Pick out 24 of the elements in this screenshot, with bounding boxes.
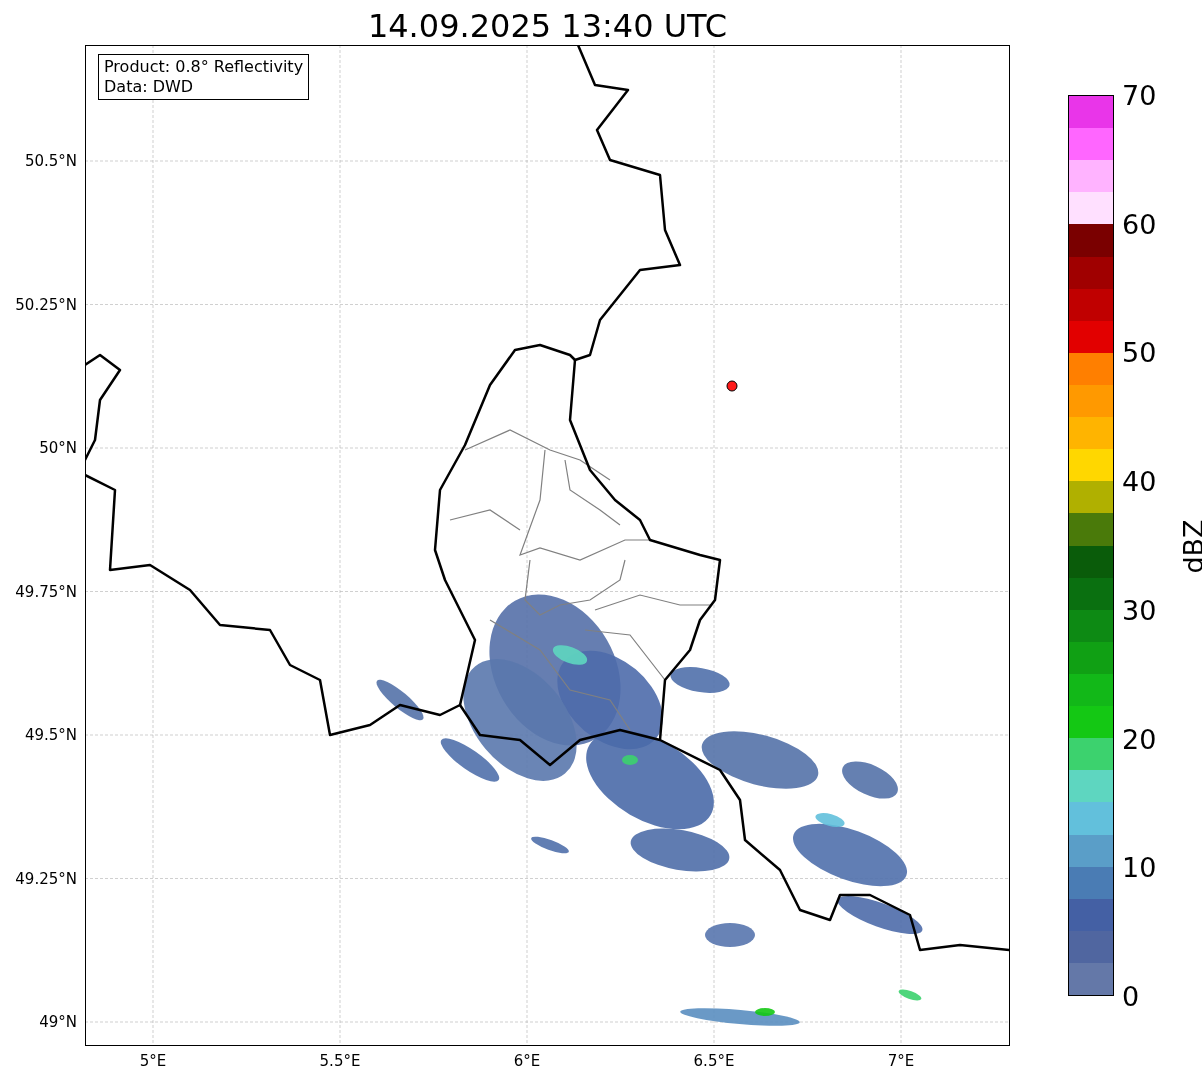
latitude-label: 50.25°N (15, 295, 77, 314)
latitude-label: 49.75°N (15, 582, 77, 601)
chart-title: 14.09.2025 13:40 UTC (366, 6, 729, 45)
latitude-label: 50.5°N (24, 152, 77, 170)
latitude-label: 49.5°N (24, 726, 77, 744)
colorbar-tick-label: 10 (1122, 851, 1157, 883)
longitude-label: 5°E (139, 1052, 167, 1070)
colorbar-tick-label: 0 (1122, 980, 1140, 1012)
colorbar-tick-label: 60 (1122, 208, 1157, 240)
latitude-label: 49.25°N (15, 869, 77, 888)
longitude-label: 7°E (887, 1052, 915, 1070)
radar-site-marker (726, 380, 738, 392)
colorbar-tick-label: 40 (1122, 465, 1157, 497)
colorbar-tick-label: 70 (1122, 79, 1157, 111)
longitude-label: 5.5°E (319, 1052, 361, 1070)
info-text: Data: DWD (104, 77, 195, 97)
longitude-label: 6.5°E (693, 1052, 735, 1070)
colorbar-tick-label: 50 (1122, 336, 1157, 368)
longitude-label: 6°E (513, 1052, 541, 1070)
info-text: Product: 0.8° Reflectivity (104, 57, 304, 77)
colorbar-tick-label: 20 (1122, 723, 1157, 754)
latitude-label: 49°N (39, 1013, 77, 1031)
colorbar-tick-label: 30 (1122, 594, 1157, 626)
latitude-label: 50°N (39, 439, 77, 457)
